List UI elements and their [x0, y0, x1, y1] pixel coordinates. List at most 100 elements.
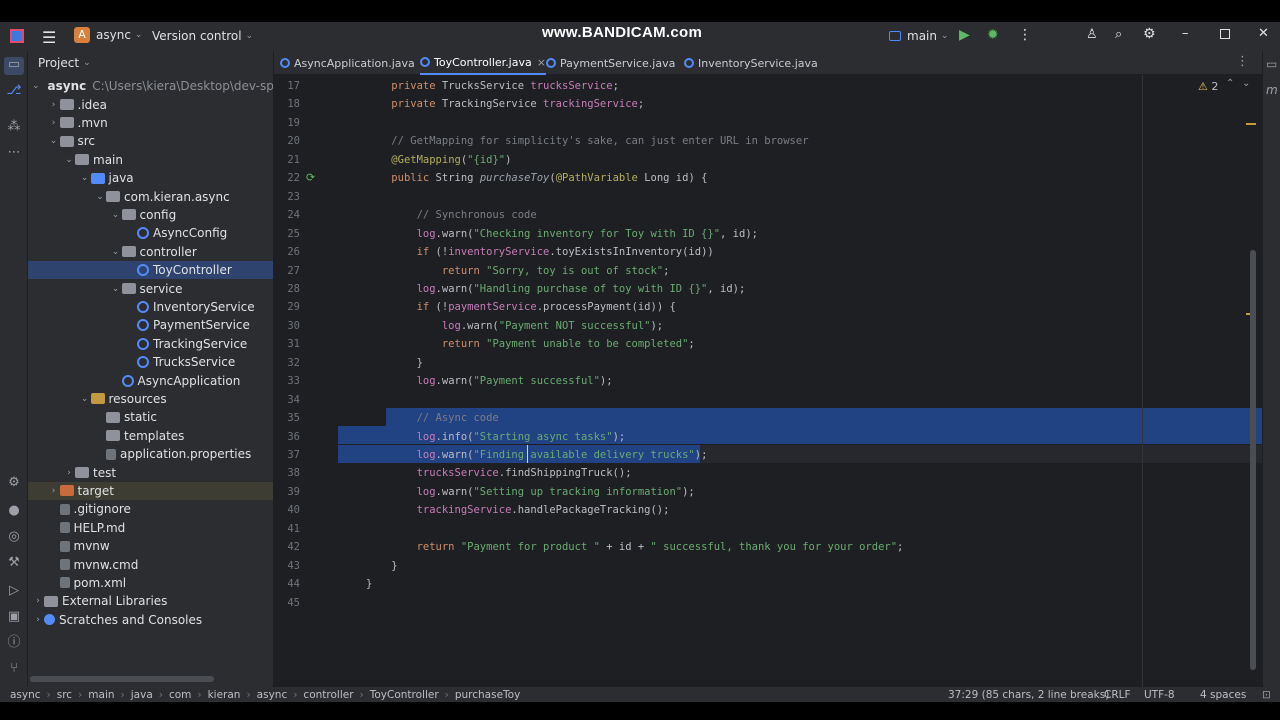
tab-asyncapplication[interactable]: AsyncApplication.java [280, 51, 415, 75]
chevron-down-icon[interactable]: ⌄ [63, 155, 75, 165]
line-separator[interactable]: CRLF [1104, 689, 1131, 701]
code-editor[interactable]: ⟳ 17 private TrucksService trucksService… [274, 75, 1262, 687]
error-stripe-mark[interactable] [1246, 123, 1256, 125]
chevron-down-icon[interactable]: ⌄ [110, 284, 122, 294]
code-line[interactable]: if (!paymentService.processPayment(id)) … [366, 298, 676, 316]
code-line[interactable]: if (!inventoryService.toyExistsInInvento… [366, 243, 714, 261]
project-horizontal-scrollbar[interactable] [30, 676, 214, 682]
breadcrumb-item[interactable]: async [10, 689, 41, 701]
breadcrumb-item[interactable]: async [257, 689, 288, 701]
breadcrumb-item[interactable]: main [88, 689, 114, 701]
terminal-tool-icon[interactable]: ▣ [6, 609, 22, 625]
tree-item[interactable]: TrucksService [28, 353, 273, 371]
tree-item[interactable]: ⌄ src [28, 132, 273, 150]
tree-item[interactable]: mvnw [28, 537, 273, 555]
breadcrumb-item[interactable]: java [131, 689, 153, 701]
breadcrumb-item[interactable]: purchaseToy [455, 689, 520, 701]
code-line[interactable]: private TrucksService trucksService; [366, 77, 619, 95]
run-icon[interactable]: ▶ [959, 27, 970, 43]
tab-more-icon[interactable]: ⋮ [1236, 54, 1249, 69]
code-line[interactable]: return "Payment unable to be completed"; [366, 335, 695, 353]
tree-item[interactable]: ⌄ controller [28, 243, 273, 261]
code-line[interactable]: private TrackingService trackingService; [366, 95, 644, 113]
tree-item[interactable]: AsyncConfig [28, 224, 273, 242]
more-tools-icon[interactable]: ⋯ [6, 145, 22, 161]
code-line[interactable]: // Synchronous code [366, 206, 537, 224]
code-line[interactable]: trucksService.findShippingTruck(); [366, 464, 632, 482]
tree-item[interactable]: .gitignore [28, 500, 273, 518]
file-encoding[interactable]: UTF-8 [1144, 689, 1175, 701]
chevron-right-icon[interactable]: › [63, 468, 75, 478]
chevron-down-icon[interactable]: ⌄ [110, 247, 122, 257]
code-line[interactable]: log.warn("Payment NOT successful"); [366, 317, 663, 335]
tree-item[interactable]: › .idea [28, 95, 273, 113]
code-line[interactable]: } [366, 354, 423, 372]
code-line[interactable]: log.warn("Finding available delivery tru… [366, 446, 708, 464]
tree-item[interactable]: ⌄ main [28, 151, 273, 169]
tree-item[interactable]: AsyncApplication [28, 371, 273, 389]
tree-item[interactable]: PaymentService [28, 316, 273, 334]
tree-item[interactable]: ⌄ com.kieran.async [28, 187, 273, 205]
tree-item[interactable]: ToyController [28, 261, 273, 280]
chevron-right-icon[interactable]: › [48, 100, 60, 110]
project-panel-header[interactable]: Project ⌄ [28, 51, 273, 75]
commit-tool-icon[interactable]: ⎇ [6, 83, 22, 99]
maximize-icon[interactable] [1220, 29, 1230, 39]
code-line[interactable]: log.info("Starting async tasks"); [366, 428, 626, 446]
tab-toycontroller[interactable]: ToyController.java × [420, 51, 546, 75]
caret-position[interactable]: 37:29 (85 chars, 2 line breaks) [948, 689, 1109, 701]
main-menu-icon[interactable]: ☰ [42, 28, 56, 47]
tree-item[interactable]: mvnw.cmd [28, 555, 273, 573]
debug-icon[interactable]: ✹ [987, 27, 999, 43]
code-line[interactable]: // GetMapping for simplicity's sake, can… [366, 132, 808, 150]
breadcrumb-item[interactable]: kieran [208, 689, 241, 701]
tree-item[interactable]: › target [28, 481, 273, 501]
breadcrumb-item[interactable]: com [169, 689, 191, 701]
code-line[interactable]: } [366, 557, 397, 575]
search-icon[interactable]: ⌕ [1115, 27, 1122, 42]
code-line[interactable]: return "Payment for product " + id + " s… [366, 538, 904, 556]
editor-vertical-scrollbar[interactable] [1250, 250, 1256, 670]
tab-close-icon[interactable]: × [537, 56, 546, 69]
breadcrumb-item[interactable]: controller [303, 689, 353, 701]
tree-item[interactable]: pom.xml [28, 574, 273, 592]
close-icon[interactable]: ✕ [1258, 26, 1269, 41]
chevron-right-icon[interactable]: › [48, 118, 60, 128]
code-line[interactable]: log.warn("Setting up tracking informatio… [366, 483, 695, 501]
code-line[interactable]: return "Sorry, toy is out of stock"; [366, 262, 670, 280]
next-highlight-icon[interactable]: ⌄ [1242, 78, 1250, 89]
tree-item[interactable]: › .mvn [28, 114, 273, 132]
structure-tool-icon[interactable]: ⁂ [6, 119, 22, 135]
chevron-down-icon[interactable]: ⌄ [79, 394, 91, 404]
notifications-icon[interactable]: ▭ [1266, 57, 1277, 71]
maven-icon[interactable]: m [1266, 83, 1278, 97]
minimize-icon[interactable]: – [1182, 26, 1189, 41]
project-tool-icon[interactable]: ▭ [4, 57, 24, 75]
services-tool-icon[interactable]: ⚙ [6, 475, 22, 491]
tab-paymentservice[interactable]: PaymentService.java [546, 51, 675, 75]
build-tool-icon[interactable]: ⚒ [6, 555, 22, 571]
git-tool-icon[interactable]: ⑂ [6, 661, 22, 677]
run-tool-icon[interactable]: ▷ [6, 583, 22, 599]
chevron-down-icon[interactable]: ⌄ [79, 173, 91, 183]
project-switcher[interactable]: A async ⌄ [74, 27, 142, 43]
tree-item[interactable]: templates [28, 427, 273, 445]
code-line[interactable]: @GetMapping("{id}") [366, 151, 511, 169]
tree-item[interactable]: ⌄ config [28, 206, 273, 224]
run-gutter-icon[interactable]: ⟳ [306, 171, 315, 184]
code-line[interactable]: log.warn("Payment successful"); [366, 372, 613, 390]
notifications-tool-icon[interactable]: ● [6, 503, 22, 519]
tree-item[interactable]: › External Libraries [28, 592, 273, 610]
breadcrumb-item[interactable]: ToyController [370, 689, 439, 701]
chevron-down-icon[interactable]: ⌄ [48, 136, 60, 146]
previous-highlight-icon[interactable]: ⌃ [1226, 78, 1234, 89]
problems-tool-icon[interactable]: ⓘ [6, 635, 22, 651]
code-line[interactable]: log.warn("Handling purchase of toy with … [366, 280, 746, 298]
tree-item[interactable]: InventoryService [28, 298, 273, 316]
code-line[interactable]: } [366, 575, 372, 593]
chevron-right-icon[interactable]: › [32, 596, 44, 606]
code-line[interactable]: log.warn("Checking inventory for Toy wit… [366, 225, 758, 243]
vcs-menu[interactable]: Version control ⌄ [152, 29, 253, 43]
breadcrumb-item[interactable]: src [57, 689, 72, 701]
chevron-right-icon[interactable]: › [32, 615, 44, 625]
